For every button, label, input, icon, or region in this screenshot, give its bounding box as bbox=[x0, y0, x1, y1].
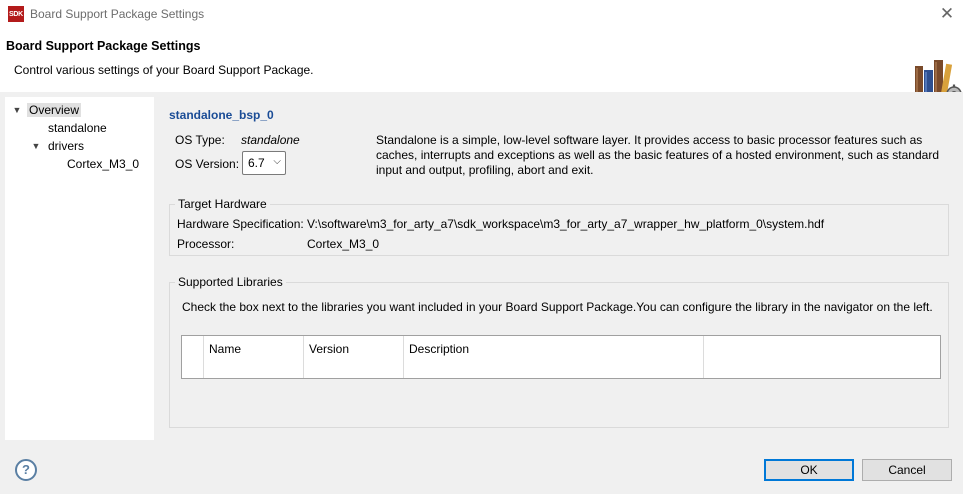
bsp-name: standalone_bsp_0 bbox=[169, 108, 274, 122]
overview-panel: standalone_bsp_0 OS Type: standalone OS … bbox=[169, 92, 959, 446]
column-header-name[interactable]: Name bbox=[204, 336, 304, 378]
processor-label: Processor: bbox=[177, 237, 235, 251]
ok-button[interactable]: OK bbox=[764, 459, 854, 481]
navigator-tree: ▼ Overview standalone ▼ drivers Cortex_M… bbox=[5, 97, 154, 440]
window-title: Board Support Package Settings bbox=[30, 7, 205, 21]
os-version-value: 6.7 bbox=[248, 156, 265, 170]
target-hardware-title: Target Hardware bbox=[175, 197, 270, 211]
os-version-label: OS Version: bbox=[175, 157, 240, 171]
sdk-app-icon: SDK bbox=[8, 6, 24, 22]
button-bar: ? OK Cancel bbox=[0, 446, 963, 494]
tree-item-drivers[interactable]: drivers bbox=[48, 138, 84, 154]
content-area: ▼ Overview standalone ▼ drivers Cortex_M… bbox=[0, 92, 963, 446]
os-description: Standalone is a simple, low-level softwa… bbox=[376, 133, 939, 177]
cancel-button[interactable]: Cancel bbox=[862, 459, 952, 481]
column-header-checkbox[interactable] bbox=[182, 336, 204, 378]
tree-item-overview[interactable]: Overview bbox=[27, 102, 82, 118]
title-bar: SDK Board Support Package Settings ✕ bbox=[0, 0, 963, 28]
tree-item-label: Overview bbox=[27, 103, 82, 117]
libraries-instructions: Check the box next to the libraries you … bbox=[182, 300, 933, 314]
libraries-table: Name Version Description bbox=[181, 335, 941, 379]
tree-item-label: Cortex_M3_0 bbox=[67, 157, 140, 171]
dialog-title: Board Support Package Settings bbox=[6, 39, 201, 53]
supported-libraries-title: Supported Libraries bbox=[175, 275, 286, 289]
os-version-select[interactable]: 6.7 ⌵ bbox=[242, 151, 286, 175]
hw-spec-value: V:\software\m3_for_arty_a7\sdk_workspace… bbox=[307, 217, 825, 231]
chevron-down-icon[interactable]: ▼ bbox=[11, 102, 23, 118]
tree-item-standalone[interactable]: standalone bbox=[48, 120, 107, 136]
chevron-down-icon[interactable]: ▼ bbox=[30, 138, 42, 154]
column-header-version[interactable]: Version bbox=[304, 336, 404, 378]
close-icon[interactable]: ✕ bbox=[936, 3, 958, 25]
os-type-label: OS Type: bbox=[175, 133, 225, 147]
tree-item-cortex-m3[interactable]: Cortex_M3_0 bbox=[67, 156, 139, 172]
dialog-description: Control various settings of your Board S… bbox=[14, 63, 314, 77]
tree-item-label: standalone bbox=[48, 121, 107, 135]
tree-item-label: drivers bbox=[48, 139, 85, 153]
hw-spec-label: Hardware Specification: bbox=[177, 217, 304, 231]
os-type-value: standalone bbox=[241, 133, 300, 147]
dialog-header: Board Support Package Settings Control v… bbox=[0, 28, 963, 104]
column-header-description[interactable]: Description bbox=[404, 336, 704, 378]
processor-value: Cortex_M3_0 bbox=[307, 237, 380, 251]
help-icon[interactable]: ? bbox=[15, 459, 37, 481]
chevron-down-icon: ⌵ bbox=[273, 156, 281, 167]
